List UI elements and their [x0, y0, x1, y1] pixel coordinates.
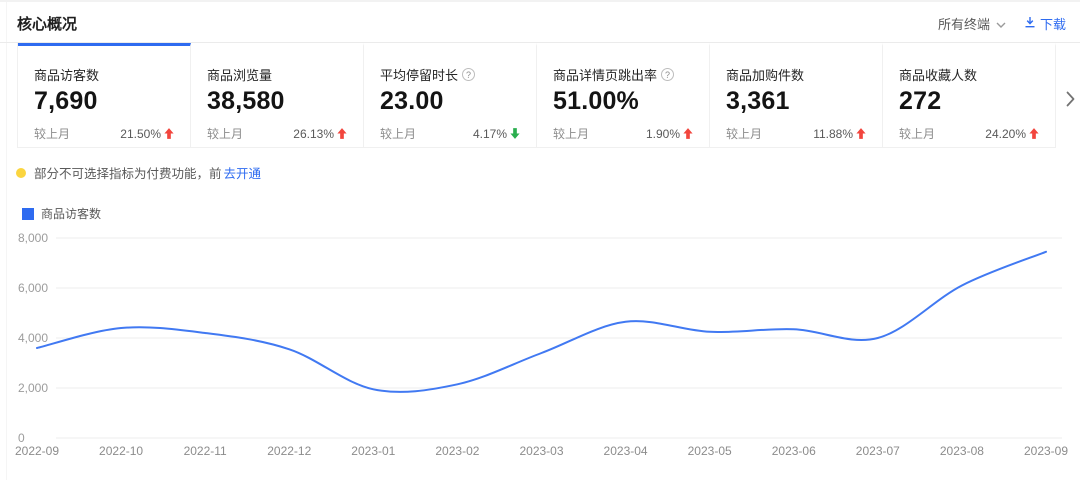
x-axis-label: 2023-01: [333, 444, 413, 458]
delta-value: 1.90%: [646, 127, 680, 141]
x-axis-label: 2022-11: [165, 444, 245, 458]
metric-cards-row: 商品访客数 7,690 较上月 21.50% 商品浏览量 38,580 较上月 …: [17, 43, 1056, 148]
chevron-right-icon: [1066, 95, 1075, 110]
notice-dot-icon: [16, 168, 26, 178]
metric-label: 商品浏览量: [207, 65, 272, 84]
metric-value: 3,361: [726, 87, 866, 116]
header-controls: 所有终端 下载: [938, 14, 1066, 33]
terminal-filter-dropdown[interactable]: 所有终端: [938, 14, 1006, 33]
compare-label: 较上月: [380, 125, 416, 142]
delta: 21.50%: [120, 127, 174, 141]
metric-value: 23.00: [380, 87, 520, 116]
x-axis-label: 2022-09: [0, 444, 77, 458]
trend-arrow-icon: [1029, 128, 1039, 139]
x-axis-label: 2023-02: [417, 444, 497, 458]
delta-value: 4.17%: [473, 127, 507, 141]
delta: 4.17%: [473, 127, 520, 141]
activate-link[interactable]: 去开通: [224, 163, 262, 182]
page-title: 核心概况: [17, 13, 77, 34]
panel-top-edge: [0, 0, 1080, 2]
trend-arrow-icon: [337, 128, 347, 139]
download-label: 下载: [1040, 14, 1066, 33]
metric-label: 商品收藏人数: [899, 65, 977, 84]
metric-label: 商品访客数: [34, 65, 99, 84]
delta-value: 24.20%: [985, 127, 1026, 141]
trend-arrow-icon: [856, 128, 866, 139]
paid-feature-notice: 部分不可选择指标为付费功能，前去开通: [16, 163, 261, 182]
metric-card-detail-bounce-rate[interactable]: 商品详情页跳出率? 51.00% 较上月 1.90%: [537, 43, 710, 147]
compare-label: 较上月: [553, 125, 589, 142]
delta: 24.20%: [985, 127, 1039, 141]
cards-next-button[interactable]: [1062, 91, 1078, 109]
trend-arrow-icon: [683, 128, 693, 139]
panel-left-edge: [6, 2, 7, 480]
metric-card-product-visitors[interactable]: 商品访客数 7,690 较上月 21.50%: [18, 43, 191, 147]
metric-card-add-to-cart[interactable]: 商品加购件数 3,361 较上月 11.88%: [710, 43, 883, 147]
y-axis-label: 8,000: [18, 229, 48, 247]
x-axis-label: 2023-09: [1006, 444, 1080, 458]
delta: 1.90%: [646, 127, 693, 141]
compare-label: 较上月: [207, 125, 243, 142]
x-axis-label: 2022-12: [249, 444, 329, 458]
compare-label: 较上月: [899, 125, 935, 142]
delta-value: 26.13%: [293, 127, 334, 141]
x-axis-label: 2023-05: [670, 444, 750, 458]
help-icon[interactable]: ?: [661, 68, 674, 81]
compare-label: 较上月: [726, 125, 762, 142]
delta-value: 11.88%: [813, 127, 853, 141]
metric-card-favorites[interactable]: 商品收藏人数 272 较上月 24.20%: [883, 43, 1056, 147]
legend-swatch: [22, 208, 34, 220]
y-axis-label: 4,000: [18, 329, 48, 347]
metric-card-avg-stay-duration[interactable]: 平均停留时长? 23.00 较上月 4.17%: [364, 43, 537, 147]
metric-value: 7,690: [34, 87, 174, 116]
chevron-down-icon: [996, 16, 1006, 31]
trend-arrow-icon: [510, 128, 520, 139]
compare-label: 较上月: [34, 125, 70, 142]
notice-text: 部分不可选择指标为付费功能，前: [34, 163, 222, 182]
legend-item-product-visitors[interactable]: 商品访客数: [22, 205, 101, 222]
download-icon: [1024, 16, 1036, 31]
x-axis-label: 2023-03: [502, 444, 582, 458]
delta-value: 21.50%: [120, 127, 161, 141]
metric-value: 272: [899, 87, 1039, 116]
metric-label: 平均停留时长: [380, 65, 458, 84]
metric-label: 商品加购件数: [726, 65, 804, 84]
delta: 11.88%: [813, 127, 866, 141]
x-axis-label: 2023-04: [586, 444, 666, 458]
metric-label: 商品详情页跳出率: [553, 65, 657, 84]
legend-label: 商品访客数: [41, 205, 101, 222]
metric-value: 51.00%: [553, 87, 693, 116]
x-axis-label: 2023-08: [922, 444, 1002, 458]
y-axis-label: 6,000: [18, 279, 48, 297]
metric-card-product-pageviews[interactable]: 商品浏览量 38,580 较上月 26.13%: [191, 43, 364, 147]
x-axis-label: 2023-07: [838, 444, 918, 458]
trend-arrow-icon: [164, 128, 174, 139]
y-axis-label: 2,000: [18, 379, 48, 397]
help-icon[interactable]: ?: [462, 68, 475, 81]
download-button[interactable]: 下载: [1024, 14, 1066, 33]
terminal-filter-label: 所有终端: [938, 14, 990, 33]
x-axis-label: 2022-10: [81, 444, 161, 458]
x-axis-label: 2023-06: [754, 444, 834, 458]
delta: 26.13%: [293, 127, 347, 141]
metric-value: 38,580: [207, 87, 347, 116]
visitors-trend-line: [37, 252, 1046, 392]
